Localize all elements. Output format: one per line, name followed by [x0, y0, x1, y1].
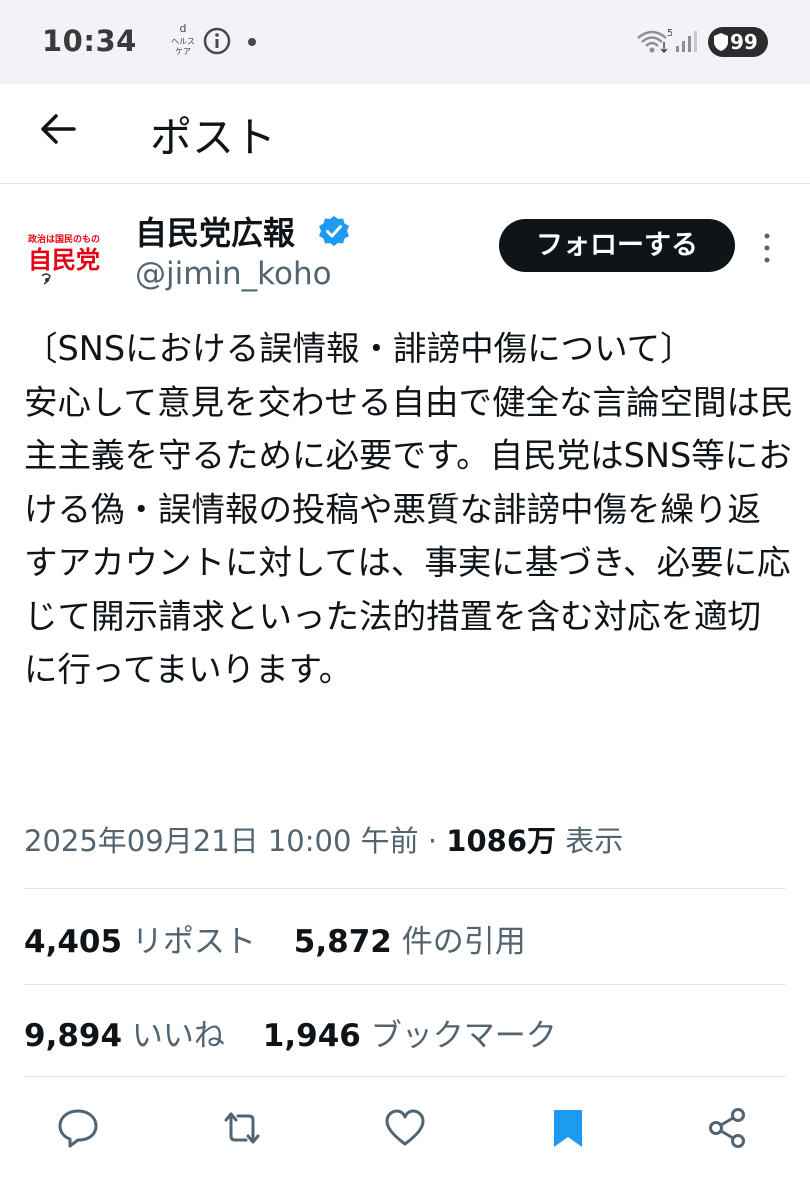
- post-datetime[interactable]: 2025年09月21日 10:00 午前: [24, 824, 419, 858]
- page-title: ポスト: [150, 113, 277, 162]
- divider: [24, 1076, 786, 1077]
- dot-icon: [248, 38, 256, 46]
- like-icon[interactable]: [383, 1106, 427, 1150]
- share-icon[interactable]: [706, 1106, 750, 1150]
- wifi-label: 5: [667, 28, 672, 39]
- follow-button[interactable]: フォローする: [499, 219, 735, 272]
- battery-icon: 99: [708, 27, 768, 57]
- health-care-icon: d ヘルス ケア: [168, 22, 198, 62]
- quotes-label: 件の引用: [391, 924, 526, 960]
- post-meta: 2025年09月21日 10:00 午前 · 1086万 表示: [24, 818, 623, 860]
- wifi-icon: 5: [636, 26, 673, 56]
- reply-icon[interactable]: [56, 1106, 100, 1150]
- top-app-bar: ポスト: [0, 84, 810, 184]
- action-bar: [0, 1094, 810, 1164]
- likes-stat[interactable]: 9,894 いいね: [24, 1010, 225, 1055]
- divider: [24, 888, 786, 889]
- status-bar: 10:34 d ヘルス ケア 5 99: [0, 0, 810, 84]
- author-name[interactable]: 自民党広報: [135, 208, 295, 254]
- stats-row-2: 9,894 いいね 1,946 ブックマーク: [24, 1010, 585, 1055]
- bookmark-icon[interactable]: [546, 1106, 590, 1150]
- avatar[interactable]: 政治は国民のもの 自民党: [20, 212, 108, 300]
- likes-count: 9,894: [24, 1018, 123, 1054]
- views-count: 1086万: [446, 824, 556, 858]
- stats-row-1: 4,405 リポスト 5,872 件の引用: [24, 916, 554, 961]
- quotes-count: 5,872: [293, 924, 392, 960]
- meta-separator: ·: [418, 824, 447, 858]
- bookmarks-stat[interactable]: 1,946 ブックマーク: [263, 1010, 557, 1055]
- reposts-count: 4,405: [24, 924, 123, 960]
- svg-text:d: d: [180, 22, 187, 35]
- repost-icon[interactable]: [220, 1106, 264, 1150]
- status-time: 10:34: [42, 24, 137, 58]
- author-handle[interactable]: @jimin_koho: [135, 256, 332, 292]
- views-label: 表示: [556, 824, 624, 858]
- quotes-stat[interactable]: 5,872 件の引用: [294, 916, 526, 961]
- post-text: 〔SNSにおける誤情報・誹謗中傷について〕 安心して意見を交わせる自由で健全な言…: [24, 329, 794, 689]
- info-icon: [202, 26, 232, 56]
- battery-level: 99: [730, 30, 758, 54]
- reposts-stat[interactable]: 4,405 リポスト: [24, 916, 256, 961]
- likes-label: いいね: [122, 1018, 225, 1054]
- verified-badge-icon: [317, 214, 351, 248]
- avatar-logo-text: 自民党: [28, 246, 100, 274]
- reposts-label: リポスト: [122, 924, 256, 960]
- more-vertical-icon[interactable]: [758, 228, 776, 268]
- avatar-small-text: 政治は国民のもの: [28, 233, 100, 245]
- arrow-left-icon[interactable]: [38, 109, 78, 149]
- divider: [24, 984, 786, 985]
- signal-icon: [674, 28, 700, 54]
- svg-text:ケア: ケア: [175, 47, 191, 56]
- svg-text:ヘルス: ヘルス: [171, 37, 195, 46]
- bookmarks-label: ブックマーク: [360, 1018, 557, 1054]
- bookmarks-count: 1,946: [262, 1018, 361, 1054]
